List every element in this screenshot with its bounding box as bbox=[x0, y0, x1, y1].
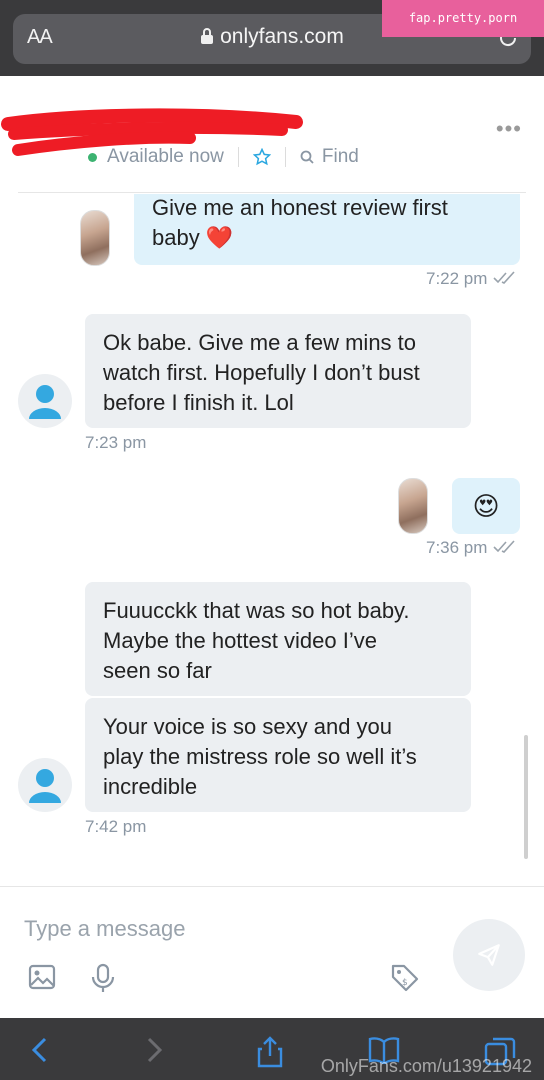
svg-text:$: $ bbox=[402, 978, 408, 988]
availability-status: Available now bbox=[107, 146, 224, 167]
more-options-button[interactable]: ••• bbox=[496, 116, 522, 142]
message-text: incredible bbox=[103, 774, 198, 799]
message-timestamp: 7:22 pm bbox=[426, 269, 518, 289]
divider bbox=[284, 147, 286, 167]
double-check-icon bbox=[493, 540, 515, 553]
scrollbar[interactable] bbox=[524, 735, 528, 859]
message-bubble-incoming: Your voice is so sexy and you play the m… bbox=[85, 698, 471, 812]
user-icon bbox=[29, 385, 61, 419]
emoji: 😍 bbox=[472, 491, 500, 521]
browser-top-bar: AA onlyfans.com fap.pretty.porn bbox=[0, 0, 544, 76]
message-bubble-outgoing: Give me an honest review first baby ❤️ bbox=[134, 194, 520, 265]
creator-avatar[interactable] bbox=[80, 210, 110, 266]
message-bubble-outgoing: 😍 bbox=[452, 478, 520, 534]
back-icon[interactable] bbox=[30, 1036, 50, 1064]
message-text: Your voice is so sexy and you bbox=[103, 714, 393, 739]
message-text: before I finish it. Lol bbox=[103, 390, 294, 415]
message-list: Give me an honest review first baby ❤️ 7… bbox=[0, 194, 544, 886]
message-text: Ok babe. Give me a few mins to bbox=[103, 330, 417, 355]
message-input[interactable] bbox=[18, 901, 438, 957]
message-timestamp: 7:42 pm bbox=[85, 817, 147, 836]
fan-avatar[interactable] bbox=[18, 758, 72, 812]
message-text: play the mistress role so well it’s bbox=[103, 744, 417, 769]
forward-icon[interactable] bbox=[144, 1036, 164, 1064]
message-composer: $ bbox=[0, 886, 544, 1018]
user-icon bbox=[29, 769, 61, 803]
message-text: watch first. Hopefully I don’t bust bbox=[103, 360, 420, 385]
chat-header: ••• Available now Find bbox=[0, 76, 544, 194]
divider bbox=[237, 147, 239, 167]
browser-bottom-bar: OnlyFans.com/u13921942 bbox=[0, 1018, 544, 1080]
message-text: Maybe the hottest video I’ve bbox=[103, 628, 377, 653]
message-text: seen so far bbox=[103, 658, 212, 683]
watermark-banner: fap.pretty.porn bbox=[382, 0, 544, 37]
search-icon bbox=[300, 150, 314, 164]
message-timestamp: 7:23 pm bbox=[85, 433, 147, 452]
send-button[interactable] bbox=[453, 919, 525, 991]
url-text: onlyfans.com bbox=[220, 25, 344, 48]
online-dot-icon bbox=[88, 152, 97, 162]
fan-avatar[interactable] bbox=[18, 374, 72, 428]
send-icon bbox=[478, 944, 500, 966]
microphone-icon[interactable] bbox=[90, 963, 116, 993]
price-tag-icon[interactable]: $ bbox=[390, 963, 420, 993]
find-button[interactable]: Find bbox=[322, 146, 359, 168]
status-row: Available now Find bbox=[88, 144, 359, 170]
message-timestamp: 7:36 pm bbox=[426, 538, 518, 558]
creator-avatar[interactable] bbox=[398, 478, 428, 534]
message-text: Give me an honest review first bbox=[152, 195, 448, 220]
double-check-icon bbox=[493, 271, 515, 284]
profile-watermark: OnlyFans.com/u13921942 bbox=[320, 1056, 532, 1076]
message-bubble-incoming: Fuuucckk that was so hot baby. Maybe the… bbox=[85, 582, 471, 696]
message-bubble-incoming: Ok babe. Give me a few mins to watch fir… bbox=[85, 314, 471, 428]
star-icon[interactable] bbox=[252, 148, 271, 166]
message-text: Fuuucckk that was so hot baby. bbox=[103, 598, 410, 623]
share-icon[interactable] bbox=[256, 1036, 284, 1068]
image-icon[interactable] bbox=[28, 963, 56, 991]
message-text: baby ❤️ bbox=[152, 225, 234, 250]
lock-icon bbox=[201, 28, 214, 44]
divider bbox=[18, 192, 526, 193]
